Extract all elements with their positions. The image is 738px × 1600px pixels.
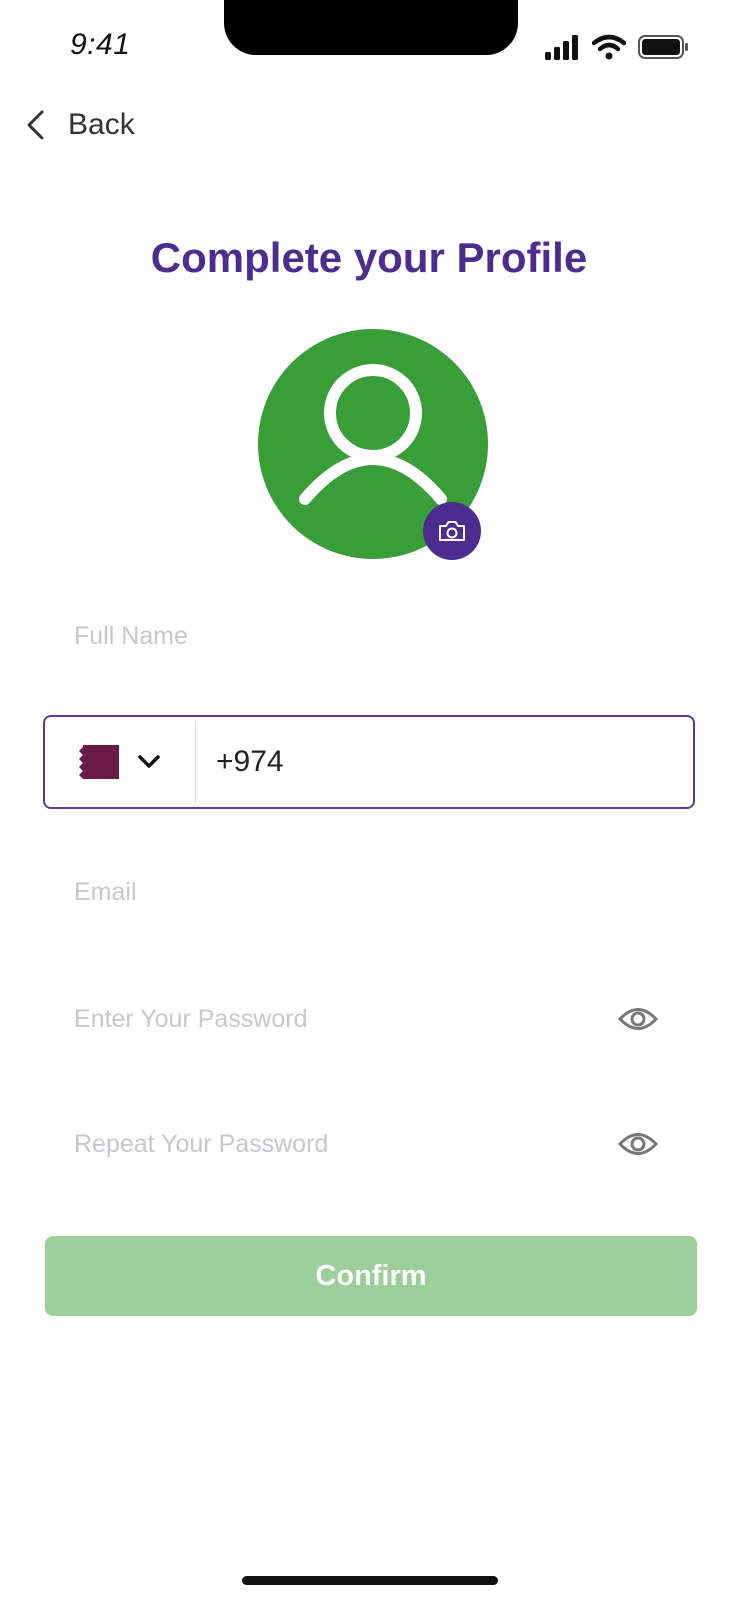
eye-icon bbox=[618, 1133, 658, 1155]
signal-icon bbox=[545, 35, 578, 60]
camera-icon bbox=[439, 521, 465, 541]
device-notch bbox=[224, 0, 518, 55]
eye-icon bbox=[618, 1008, 658, 1030]
status-icons bbox=[544, 34, 690, 60]
change-photo-button[interactable] bbox=[423, 502, 481, 560]
email-field[interactable]: Email bbox=[74, 870, 664, 914]
full-name-placeholder: Full Name bbox=[74, 621, 188, 650]
password-placeholder: Enter Your Password bbox=[74, 1004, 308, 1033]
page-title: Complete your Profile bbox=[150, 234, 588, 281]
chevron-left-icon bbox=[27, 110, 44, 140]
phone-input[interactable]: +974 bbox=[196, 745, 284, 779]
chevron-down-icon bbox=[138, 755, 160, 768]
toggle-password-visibility[interactable] bbox=[618, 999, 658, 1039]
home-indicator bbox=[242, 1576, 498, 1585]
email-placeholder: Email bbox=[74, 877, 137, 906]
back-button[interactable]: Back bbox=[24, 108, 135, 142]
toggle-repeat-password-visibility[interactable] bbox=[618, 1124, 658, 1164]
status-time: 9:41 bbox=[70, 28, 131, 61]
wifi-icon bbox=[592, 34, 626, 60]
back-label: Back bbox=[68, 108, 135, 141]
battery-icon bbox=[638, 35, 688, 59]
repeat-password-placeholder: Repeat Your Password bbox=[74, 1129, 329, 1158]
password-field[interactable]: Enter Your Password bbox=[74, 997, 664, 1041]
qatar-flag-icon bbox=[79, 745, 119, 779]
country-selector[interactable] bbox=[45, 721, 196, 803]
confirm-button[interactable]: Confirm bbox=[45, 1236, 697, 1316]
full-name-field[interactable]: Full Name bbox=[74, 614, 664, 658]
phone-field[interactable]: +974 bbox=[43, 715, 695, 809]
repeat-password-field[interactable]: Repeat Your Password bbox=[74, 1122, 664, 1166]
